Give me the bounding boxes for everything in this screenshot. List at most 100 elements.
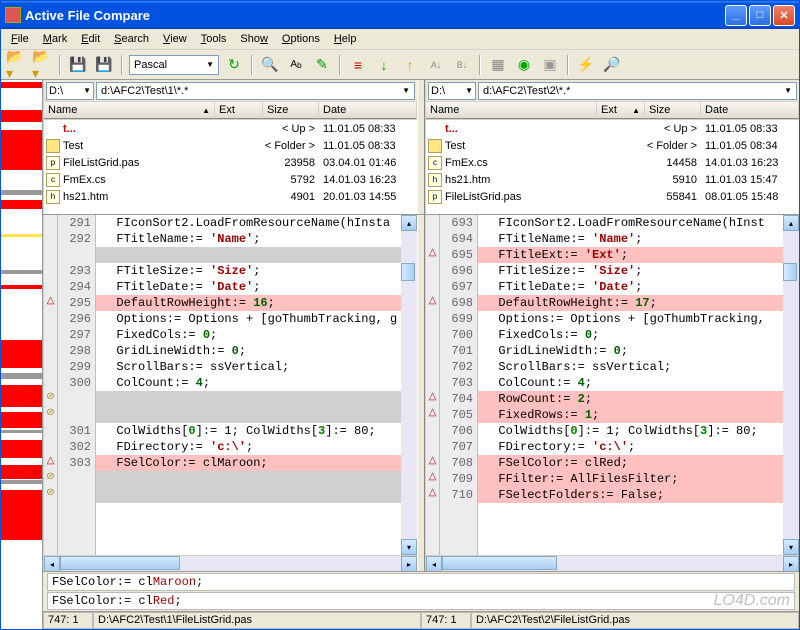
code-line[interactable]: FixedRows:= 1;: [478, 407, 783, 423]
left-col-date[interactable]: Date: [319, 102, 417, 119]
right-col-ext[interactable]: Ext▲: [597, 102, 645, 119]
file-row[interactable]: pFileListGrid.pas2395803.04.01 01:46: [44, 154, 417, 171]
code-line[interactable]: [96, 471, 401, 487]
code-line[interactable]: FIconSort2.LoadFromResourceName(hInsta: [96, 215, 401, 231]
left-drive-combo[interactable]: D:\▼: [46, 82, 94, 100]
code-line[interactable]: Options:= Options + [goThumbTracking, g: [96, 311, 401, 327]
left-path-combo[interactable]: d:\AFC2\Test\1\*.*▼: [96, 82, 415, 100]
titlebar[interactable]: Active File Compare _ □ ✕: [1, 1, 799, 29]
prev-diff-button[interactable]: ↑: [399, 54, 421, 76]
file-row[interactable]: hhs21.htm490120.01.03 14:55: [44, 188, 417, 205]
menu-edit[interactable]: Edit: [75, 31, 106, 47]
right-col-date[interactable]: Date: [701, 102, 799, 119]
right-col-size[interactable]: Size: [645, 102, 701, 119]
menu-view[interactable]: View: [157, 31, 193, 47]
minimize-button[interactable]: _: [725, 5, 747, 26]
open-left-button[interactable]: 📂▾: [5, 54, 27, 76]
code-line[interactable]: FixedCols:= 0;: [96, 327, 401, 343]
auto-button[interactable]: ⚡: [575, 54, 597, 76]
copy-right-button[interactable]: B↓: [451, 54, 473, 76]
overview-strip[interactable]: [1, 80, 43, 629]
maximize-button[interactable]: □: [749, 5, 771, 26]
code-line[interactable]: RowCount:= 2;: [478, 391, 783, 407]
file-row[interactable]: cFmEx.cs1445814.01.03 16:23: [426, 154, 799, 171]
code-line[interactable]: FTitleDate:= 'Date';: [478, 279, 783, 295]
code-line[interactable]: FTitleName:= 'Name';: [96, 231, 401, 247]
find-button[interactable]: 🔍: [259, 54, 281, 76]
save-all-button[interactable]: 💾: [93, 54, 115, 76]
code-line[interactable]: FDirectory:= 'c:\';: [478, 439, 783, 455]
menu-options[interactable]: Options: [276, 31, 326, 47]
code-line[interactable]: FixedCols:= 0;: [478, 327, 783, 343]
find-next-button[interactable]: Ab: [285, 54, 307, 76]
sync-button[interactable]: ◉: [513, 54, 535, 76]
preview-button[interactable]: 🔎: [601, 54, 623, 76]
code-line[interactable]: ColWidths[0]:= 1; ColWidths[3]:= 80;: [96, 423, 401, 439]
code-splitter[interactable]: [417, 215, 425, 571]
right-vscroll[interactable]: ▴▾: [783, 215, 799, 555]
menu-search[interactable]: Search: [108, 31, 155, 47]
left-col-ext[interactable]: Ext: [215, 102, 263, 119]
file-row[interactable]: Test< Folder >11.01.05 08:34: [426, 137, 799, 154]
code-line[interactable]: ScrollBars:= ssVertical;: [96, 359, 401, 375]
code-line[interactable]: DefaultRowHeight:= 16;: [96, 295, 401, 311]
close-button[interactable]: ✕: [773, 5, 795, 26]
left-hscroll[interactable]: ◂▸: [44, 555, 417, 571]
code-line[interactable]: DefaultRowHeight:= 17;: [478, 295, 783, 311]
code-line[interactable]: FTitleName:= 'Name';: [478, 231, 783, 247]
refresh-button[interactable]: ↻: [223, 54, 245, 76]
file-row[interactable]: pFileListGrid.pas5584108.01.05 15:48: [426, 188, 799, 205]
open-right-button[interactable]: 📂▾: [31, 54, 53, 76]
code-line[interactable]: FTitleSize:= 'Size';: [478, 263, 783, 279]
right-drive-combo[interactable]: D:\▼: [428, 82, 476, 100]
left-col-size[interactable]: Size: [263, 102, 319, 119]
code-line[interactable]: FDirectory:= 'c:\';: [96, 439, 401, 455]
file-row[interactable]: Test< Folder >11.01.05 08:33: [44, 137, 417, 154]
code-line[interactable]: ScrollBars:= ssVertical;: [478, 359, 783, 375]
code-line[interactable]: FFilter:= AllFilesFilter;: [478, 471, 783, 487]
code-line[interactable]: FTitleDate:= 'Date';: [96, 279, 401, 295]
code-line[interactable]: [96, 247, 401, 263]
menu-mark[interactable]: Mark: [37, 31, 73, 47]
left-vscroll[interactable]: ▴▾: [401, 215, 417, 555]
report-button[interactable]: ▦: [487, 54, 509, 76]
file-splitter[interactable]: [417, 80, 425, 214]
copy-left-button[interactable]: A↓: [425, 54, 447, 76]
syntax-combo[interactable]: Pascal▼: [129, 55, 219, 75]
code-line[interactable]: [96, 407, 401, 423]
save-button[interactable]: 💾: [67, 54, 89, 76]
code-line[interactable]: ColWidths[0]:= 1; ColWidths[3]:= 80;: [478, 423, 783, 439]
menu-file[interactable]: File: [5, 31, 35, 47]
menu-show[interactable]: Show: [234, 31, 274, 47]
file-row[interactable]: t...< Up >11.01.05 08:33: [426, 120, 799, 137]
code-line[interactable]: FTitleSize:= 'Size';: [96, 263, 401, 279]
right-hscroll[interactable]: ◂▸: [426, 555, 799, 571]
left-col-name[interactable]: Name▲: [44, 102, 215, 119]
code-line[interactable]: Options:= Options + [goThumbTracking,: [478, 311, 783, 327]
right-file-list[interactable]: t...< Up >11.01.05 08:33Test< Folder >11…: [426, 120, 799, 214]
code-line[interactable]: ColCount:= 4;: [478, 375, 783, 391]
edit-button[interactable]: ✎: [311, 54, 333, 76]
code-line[interactable]: FTitleExt:= 'Ext';: [478, 247, 783, 263]
left-file-list[interactable]: t...< Up >11.01.05 08:33Test< Folder >11…: [44, 120, 417, 214]
file-row[interactable]: t...< Up >11.01.05 08:33: [44, 120, 417, 137]
code-line[interactable]: FSelColor:= clRed;: [478, 455, 783, 471]
file-row[interactable]: cFmEx.cs579214.01.03 16:23: [44, 171, 417, 188]
code-line[interactable]: [96, 487, 401, 503]
code-line[interactable]: FIconSort2.LoadFromResourceName(hInst: [478, 215, 783, 231]
code-line[interactable]: GridLineWidth:= 0;: [96, 343, 401, 359]
code-line[interactable]: FSelectFolders:= False;: [478, 487, 783, 503]
code-line[interactable]: [96, 391, 401, 407]
next-diff-button[interactable]: ↓: [373, 54, 395, 76]
menu-help[interactable]: Help: [328, 31, 363, 47]
code-line[interactable]: FSelColor:= clMaroon;: [96, 455, 401, 471]
right-col-name[interactable]: Name: [426, 102, 597, 119]
right-code[interactable]: FIconSort2.LoadFromResourceName(hInst FT…: [478, 215, 783, 555]
file-row[interactable]: hhs21.htm591011.01.03 15:47: [426, 171, 799, 188]
compare-button[interactable]: ≡: [347, 54, 369, 76]
left-code[interactable]: FIconSort2.LoadFromResourceName(hInsta F…: [96, 215, 401, 555]
options-button[interactable]: ▣: [539, 54, 561, 76]
right-path-combo[interactable]: d:\AFC2\Test\2\*.*▼: [478, 82, 797, 100]
menu-tools[interactable]: Tools: [195, 31, 233, 47]
code-line[interactable]: GridLineWidth:= 0;: [478, 343, 783, 359]
